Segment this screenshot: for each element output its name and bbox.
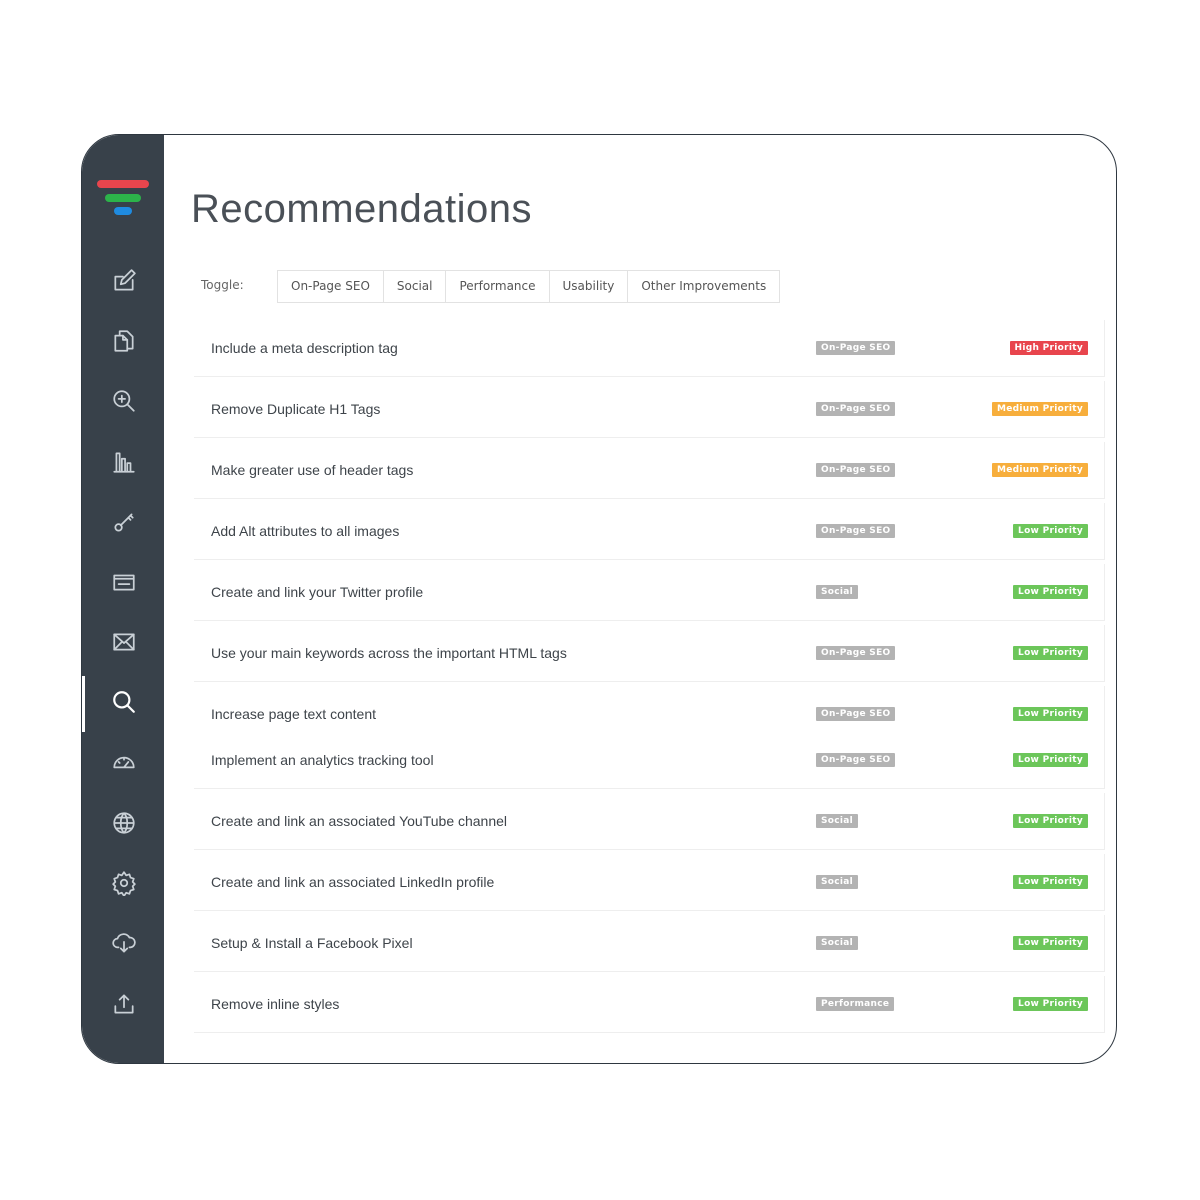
recommendation-row[interactable]: Create and link an associated YouTube ch… <box>194 793 1105 850</box>
category-badge: Social <box>816 585 859 599</box>
page-title: Recommendations <box>191 187 532 231</box>
logo-bar-blue <box>114 207 132 215</box>
main-content: Recommendations Toggle: On-Page SEO Soci… <box>164 135 1116 1063</box>
recommendation-row[interactable]: Add Alt attributes to all images On-Page … <box>194 503 1105 560</box>
recommendation-row[interactable]: Create and link your Twitter profile Soci… <box>194 564 1105 621</box>
recommendation-row[interactable]: Setup & Install a Facebook Pixel Social Lo… <box>194 915 1105 972</box>
sidebar-item-speed[interactable] <box>104 743 144 783</box>
sidebar-item-settings[interactable] <box>104 863 144 903</box>
mail-icon <box>113 633 135 651</box>
priority-badge: Low Priority <box>1013 524 1088 538</box>
upload-icon <box>114 994 134 1014</box>
tab-other-improvements[interactable]: Other Improvements <box>628 271 780 302</box>
zoom-in-icon <box>113 390 135 412</box>
sidebar-item-inbox[interactable] <box>104 562 144 602</box>
brand-logo[interactable] <box>97 180 151 220</box>
recommendation-row[interactable]: Remove inline styles Performance Low Prior… <box>194 976 1105 1033</box>
sidebar-item-mail[interactable] <box>104 622 144 662</box>
recommendation-label: Setup & Install a Facebook Pixel <box>211 935 413 951</box>
recommendation-label: Remove inline styles <box>211 996 340 1012</box>
recommendation-label: Implement an analytics tracking tool <box>211 752 434 768</box>
sidebar <box>82 135 164 1063</box>
tab-social[interactable]: Social <box>383 271 447 302</box>
recommendations-list: Include a meta description tag On-Page SE… <box>194 320 1105 1037</box>
priority-badge: Medium Priority <box>991 463 1088 477</box>
category-badge: Social <box>816 875 859 889</box>
category-badge: On-Page SEO <box>816 524 896 538</box>
recommendation-row[interactable]: Make greater use of header tags On-Page S… <box>194 442 1105 499</box>
recommendation-label: Add Alt attributes to all images <box>211 523 400 539</box>
category-badge: On-Page SEO <box>816 707 896 721</box>
edit-icon <box>114 269 136 291</box>
globe-icon <box>113 812 135 834</box>
recommendation-label: Create and link your Twitter profile <box>211 584 424 600</box>
speedometer-icon <box>113 756 135 769</box>
recommendation-row[interactable]: Use your main keywords across the import… <box>194 625 1105 682</box>
recommendation-row[interactable]: Create and link an associated LinkedIn p… <box>194 854 1105 911</box>
priority-badge: Low Priority <box>1013 753 1088 767</box>
active-indicator <box>82 676 85 732</box>
priority-badge: Low Priority <box>1013 997 1088 1011</box>
recommendation-label: Make greater use of header tags <box>211 462 414 478</box>
priority-badge: Low Priority <box>1013 814 1088 828</box>
search-icon <box>113 691 135 713</box>
recommendation-label: Create and link an associated YouTube ch… <box>211 813 508 829</box>
inbox-icon <box>113 574 135 591</box>
recommendation-label: Include a meta description tag <box>211 340 398 356</box>
priority-badge: Low Priority <box>1013 707 1088 721</box>
priority-badge: Low Priority <box>1013 875 1088 889</box>
sidebar-item-search[interactable] <box>104 682 144 722</box>
category-badge: On-Page SEO <box>816 463 896 477</box>
sidebar-item-documents[interactable] <box>104 321 144 361</box>
sidebar-item-cloud[interactable] <box>104 923 144 963</box>
key-icon <box>114 513 134 532</box>
filter-tabs: On-Page SEO Social Performance Usability… <box>277 270 781 303</box>
logo-bar-green <box>105 194 141 202</box>
category-badge: Social <box>816 936 859 950</box>
app-window: Recommendations Toggle: On-Page SEO Soci… <box>81 134 1117 1064</box>
recommendation-label: Create and link an associated LinkedIn p… <box>211 874 495 890</box>
settings-icon <box>112 871 136 896</box>
category-badge: On-Page SEO <box>816 402 896 416</box>
recommendation-row[interactable]: Include a meta description tag On-Page SE… <box>194 320 1105 377</box>
recommendation-label: Increase page text content <box>211 706 376 722</box>
sidebar-item-analytics[interactable] <box>104 442 144 482</box>
priority-badge: Medium Priority <box>991 402 1088 416</box>
category-badge: Performance <box>816 997 895 1011</box>
sidebar-item-export[interactable] <box>104 984 144 1024</box>
priority-badge: Low Priority <box>1013 936 1088 950</box>
sidebar-item-keywords[interactable] <box>104 502 144 542</box>
cloud-download-icon <box>112 933 136 953</box>
bar-chart-icon <box>113 452 135 473</box>
recommendation-row[interactable]: Remove Duplicate H1 Tags On-Page SEO Mediu… <box>194 381 1105 438</box>
priority-badge: Low Priority <box>1013 585 1088 599</box>
toggle-label: Toggle: <box>201 278 244 292</box>
category-badge: On-Page SEO <box>816 341 896 355</box>
sidebar-item-edit[interactable] <box>104 261 144 301</box>
category-badge: On-Page SEO <box>816 753 896 767</box>
priority-badge: Low Priority <box>1013 646 1088 660</box>
sidebar-item-zoom[interactable] <box>104 381 144 421</box>
documents-icon <box>114 330 134 352</box>
sidebar-item-global[interactable] <box>104 803 144 843</box>
tab-performance[interactable]: Performance <box>446 271 550 302</box>
category-badge: Social <box>816 814 859 828</box>
category-badge: On-Page SEO <box>816 646 896 660</box>
recommendation-label: Use your main keywords across the import… <box>211 645 567 661</box>
priority-badge: High Priority <box>1009 341 1088 355</box>
logo-bar-red <box>97 180 149 188</box>
recommendation-label: Remove Duplicate H1 Tags <box>211 401 381 417</box>
tab-usability[interactable]: Usability <box>549 271 629 302</box>
recommendation-row[interactable]: Implement an analytics tracking tool On-P… <box>194 732 1105 789</box>
tab-on-page-seo[interactable]: On-Page SEO <box>278 271 384 302</box>
